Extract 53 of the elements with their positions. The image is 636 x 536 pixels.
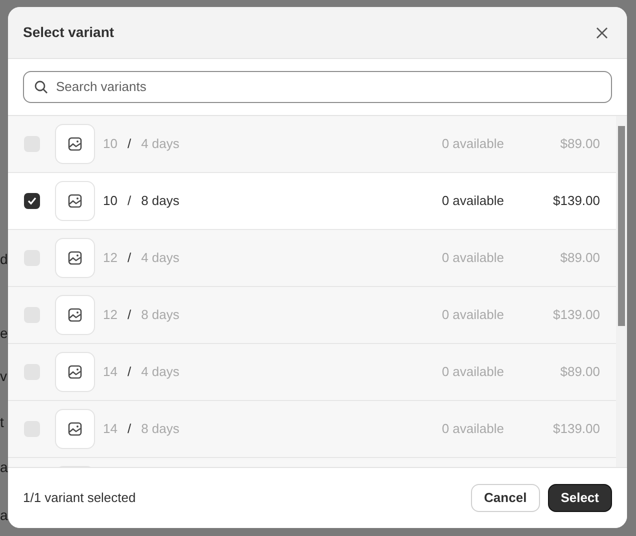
search-field[interactable]: Search variants: [23, 71, 612, 103]
variant-duration: 8 days: [141, 192, 180, 210]
background-text: a: [0, 458, 8, 476]
selection-status: 1/1 variant selected: [23, 489, 136, 508]
price: $89.00: [559, 135, 600, 154]
variant-duration: 8 days: [141, 306, 180, 324]
variant-size: 10: [103, 192, 118, 210]
background-text: a: [0, 506, 8, 524]
search-input[interactable]: Search variants: [56, 77, 601, 97]
image-icon: [68, 251, 82, 265]
price: $139.00: [552, 420, 600, 438]
availability: 0 available: [442, 420, 504, 438]
image-icon: [68, 308, 82, 322]
search-icon: [34, 80, 48, 94]
separator: /: [127, 249, 132, 268]
background-text: d: [0, 250, 8, 268]
background-text: e: [0, 324, 8, 342]
variant-size: 12: [103, 306, 118, 324]
cancel-button[interactable]: Cancel: [471, 484, 540, 512]
background-text: v: [0, 367, 7, 385]
image-icon: [68, 137, 82, 151]
availability: 0 available: [442, 192, 504, 210]
background-text: t: [0, 413, 4, 431]
checkbox[interactable]: [24, 193, 40, 209]
image-icon: [68, 365, 82, 379]
select-button[interactable]: Select: [548, 484, 612, 512]
check-icon: [27, 196, 37, 206]
separator: /: [127, 420, 132, 438]
close-icon: [596, 26, 608, 38]
separator: /: [127, 135, 132, 154]
variant-size: 14: [103, 363, 118, 382]
variant-size: 14: [103, 420, 118, 438]
availability: 0 available: [442, 306, 504, 324]
price: $139.00: [552, 306, 600, 324]
image-icon: [68, 422, 82, 436]
variant-size: 10: [103, 135, 118, 154]
variant-duration: 8 days: [141, 420, 180, 438]
price: $139.00: [552, 192, 600, 210]
availability: 0 available: [442, 135, 504, 154]
availability: 0 available: [442, 363, 504, 382]
variant-duration: 4 days: [141, 249, 180, 268]
variant-size: 12: [103, 249, 118, 268]
dialog-title: Select variant: [23, 23, 114, 42]
variant-duration: 4 days: [141, 363, 180, 382]
availability: 0 available: [442, 249, 504, 268]
price: $89.00: [559, 249, 600, 268]
variant-duration: 4 days: [141, 135, 180, 154]
scrollbar[interactable]: [616, 116, 627, 467]
separator: /: [127, 363, 132, 382]
price: $89.00: [559, 363, 600, 382]
separator: /: [127, 306, 132, 324]
separator: /: [127, 192, 132, 210]
image-icon: [68, 194, 82, 208]
